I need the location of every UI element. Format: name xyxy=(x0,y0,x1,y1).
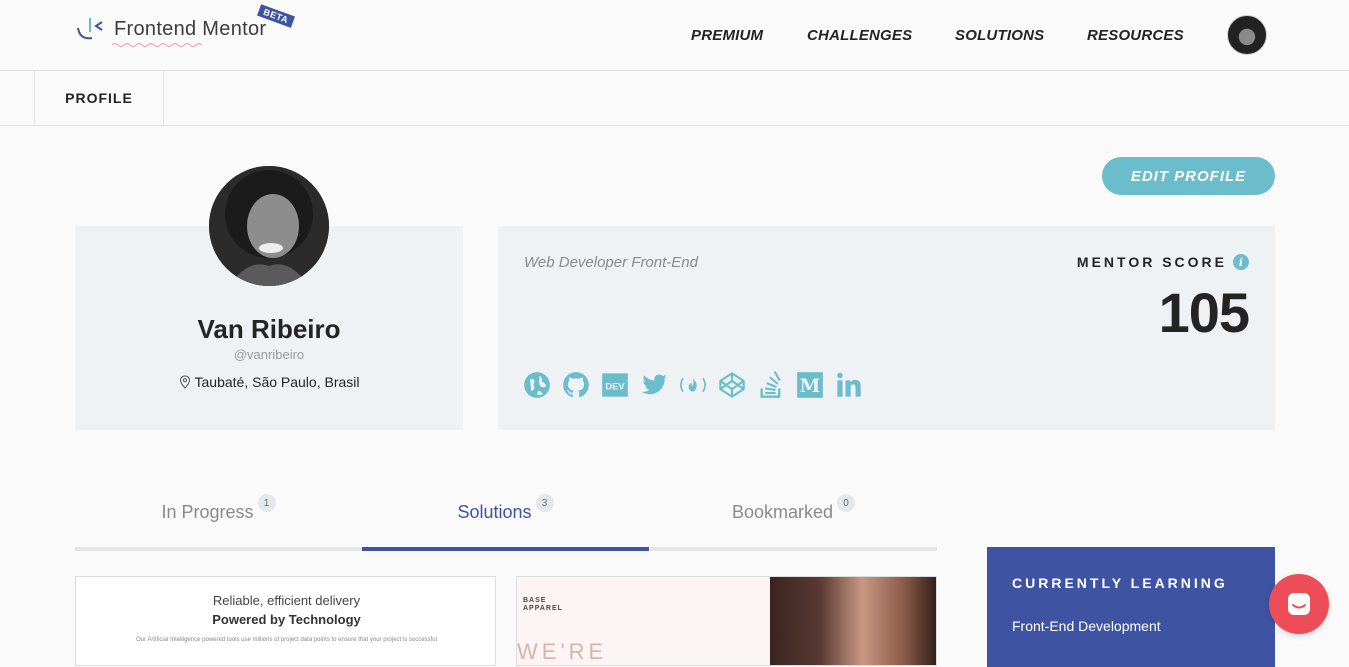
profile-location: Taubaté, São Paulo, Brasil xyxy=(75,374,463,390)
tab-underline xyxy=(650,547,937,551)
nav-solutions[interactable]: SOLUTIONS xyxy=(955,27,1044,44)
tab-in-progress[interactable]: In Progress 1 xyxy=(75,490,362,551)
user-avatar[interactable] xyxy=(1227,15,1267,55)
nav-challenges[interactable]: CHALLENGES xyxy=(807,27,912,44)
card-preview-body: Our Artificial Intelligence powered tool… xyxy=(136,637,437,643)
tab-underline xyxy=(75,547,362,551)
mentor-score-label: MENTOR SCORE i xyxy=(1077,254,1249,270)
mentor-score-value: 105 xyxy=(1158,281,1250,344)
brand-line: BASE xyxy=(523,597,547,604)
card-preview-brand: BASE APPAREL xyxy=(523,597,563,613)
profile-info-card: Web Developer Front-End MENTOR SCORE i 1… xyxy=(498,226,1275,430)
top-navbar: Frontend Mentor BETA PREMIUM CHALLENGES … xyxy=(0,0,1349,71)
currently-learning-panel: CURRENTLY LEARNING Front-End Development xyxy=(987,547,1275,667)
profile-bio: Web Developer Front-End xyxy=(524,254,698,271)
stackoverflow-icon[interactable] xyxy=(756,370,786,400)
profile-name: Van Ribeiro xyxy=(197,314,341,344)
svg-text:DEV: DEV xyxy=(605,382,625,392)
profile-subnav: PROFILE xyxy=(0,71,1349,126)
tab-underline xyxy=(362,547,649,551)
dev-icon[interactable]: DEV xyxy=(600,370,630,400)
tab-solutions[interactable]: Solutions 3 xyxy=(362,490,649,551)
edit-profile-button[interactable]: EDIT PROFILE xyxy=(1102,157,1275,195)
solution-card[interactable]: Reliable, efficient delivery Powered by … xyxy=(75,576,496,666)
currently-learning-item[interactable]: Front-End Development xyxy=(1012,618,1161,634)
freecodecamp-icon[interactable] xyxy=(678,370,708,400)
tab-count-badge: 1 xyxy=(257,494,276,512)
chat-icon xyxy=(1288,593,1310,615)
logo-underline-icon xyxy=(112,42,202,47)
location-text: Taubaté, São Paulo, Brasil xyxy=(194,374,360,390)
currently-learning-title: CURRENTLY LEARNING xyxy=(1012,575,1228,591)
medium-icon[interactable]: M xyxy=(795,370,825,400)
linkedin-icon[interactable] xyxy=(834,370,864,400)
card-preview-photo xyxy=(770,577,936,665)
tab-profile[interactable]: PROFILE xyxy=(34,71,164,125)
tab-label: Bookmarked xyxy=(731,502,834,522)
solution-tabs: In Progress 1 Solutions 3 Bookmarked 0 xyxy=(75,490,937,551)
card-preview-headline: WE'RE xyxy=(517,639,608,664)
card-preview-heading: Reliable, efficient delivery xyxy=(212,593,361,608)
tab-count-badge: 3 xyxy=(535,494,554,512)
profile-handle: @vanribeiro xyxy=(233,347,305,362)
logo-mark-icon xyxy=(76,14,106,44)
chat-launcher-button[interactable] xyxy=(1269,574,1329,634)
solution-card[interactable]: BASE APPAREL WE'RE xyxy=(516,576,937,666)
svg-text:M: M xyxy=(800,375,821,397)
logo-text: Frontend Mentor xyxy=(114,17,267,40)
tab-label: In Progress xyxy=(161,502,254,522)
github-icon[interactable] xyxy=(561,370,591,400)
profile-avatar xyxy=(209,166,329,286)
tab-bookmarked[interactable]: Bookmarked 0 xyxy=(650,490,937,551)
logo[interactable]: Frontend Mentor xyxy=(76,14,266,44)
nav-premium[interactable]: PREMIUM xyxy=(691,27,763,44)
tab-count-badge: 0 xyxy=(837,494,856,512)
tab-label: Solutions xyxy=(457,502,532,522)
nav-resources[interactable]: RESOURCES xyxy=(1087,27,1184,44)
codepen-icon[interactable] xyxy=(717,370,747,400)
brand-line: APPAREL xyxy=(523,605,563,612)
twitter-icon[interactable] xyxy=(639,370,669,400)
info-icon[interactable]: i xyxy=(1233,254,1249,270)
globe-icon[interactable] xyxy=(522,370,552,400)
social-links: DEV M xyxy=(522,370,864,400)
card-preview-subheading: Powered by Technology xyxy=(212,612,361,627)
location-pin-icon xyxy=(179,375,190,389)
mentor-score-text: MENTOR SCORE xyxy=(1076,254,1227,270)
